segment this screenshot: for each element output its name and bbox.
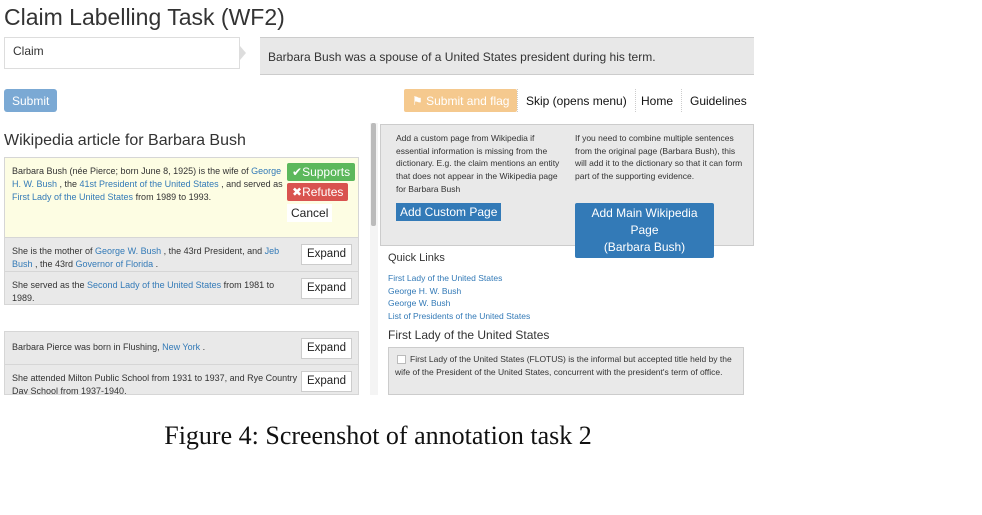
quick-links-title: Quick Links — [388, 252, 445, 264]
main-btn-line1: Add Main Wikipedia Page — [591, 206, 698, 237]
x-icon: ✖ — [292, 185, 303, 199]
sentence-text: Barbara Bush (née Pierce; born June 8, 1… — [12, 166, 283, 202]
submit-and-flag-label: Submit and flag — [426, 94, 510, 108]
sentence-segment: , the 43rd — [32, 259, 76, 269]
page-title: Claim Labelling Task (WF2) — [4, 4, 285, 30]
expand-button[interactable]: Expand — [300, 244, 352, 265]
guidelines-link[interactable]: Guidelines — [681, 89, 755, 112]
evidence-checkbox[interactable] — [397, 355, 406, 365]
sentence-segment: She served as the — [12, 280, 88, 290]
claim-text: Barbara Bush was a spouse of a United St… — [260, 37, 754, 75]
sentence-text: Barbara Pierce was born in Flushing, New… — [12, 342, 205, 352]
skip-button[interactable]: Skip (opens menu) — [517, 89, 636, 112]
sentence-text: She served as the Second Lady of the Uni… — [12, 280, 274, 303]
home-link[interactable]: Home — [633, 89, 681, 112]
expand-button[interactable]: Expand — [300, 338, 352, 359]
sentence-row: She served as the Second Lady of the Uni… — [4, 271, 359, 305]
sentence-segment: . — [200, 342, 206, 352]
evidence-text: First Lady of the United States (FLOTUS)… — [395, 354, 732, 377]
add-main-page-button[interactable]: Add Main Wikipedia Page (Barbara Bush) — [575, 203, 714, 258]
flag-icon: ⚑ — [412, 94, 427, 108]
sentence-segment: Barbara Bush (née Pierce; born June 8, 1… — [12, 166, 252, 176]
sentence-segment: , and served as — [218, 179, 283, 189]
check-icon: ✔ — [292, 165, 303, 179]
main-btn-line2: (Barbara Bush) — [603, 240, 686, 254]
entity-link[interactable]: First Lady of the United States — [12, 192, 133, 202]
sentence-segment: , the 43rd President, and — [161, 246, 265, 256]
entity-link[interactable]: Governor of Florida — [76, 259, 154, 269]
sentence-row: She is the mother of George W. Bush , th… — [4, 237, 359, 272]
sentence-segment: . — [153, 259, 159, 269]
sentence-row: She attended Milton Public School from 1… — [4, 364, 359, 395]
sentence-text: She attended Milton Public School from 1… — [12, 373, 298, 395]
entity-link[interactable]: George W. Bush — [95, 246, 161, 256]
supports-label: Supports — [302, 165, 351, 179]
article-title: Wikipedia article for Barbara Bush — [4, 132, 246, 149]
refutes-label: Refutes — [302, 185, 344, 199]
supports-button[interactable]: ✔Supports — [287, 163, 356, 181]
cancel-button[interactable]: Cancel — [287, 204, 333, 222]
quick-link[interactable]: George H. W. Bush — [388, 286, 461, 296]
quick-link[interactable]: First Lady of the United States — [388, 273, 502, 283]
entity-link[interactable]: New York — [162, 342, 200, 352]
submit-and-flag-button[interactable]: ⚑ Submit and flag — [404, 89, 518, 112]
quick-link[interactable]: List of Presidents of the United States — [388, 311, 530, 321]
submit-button[interactable]: Submit — [4, 89, 58, 112]
add-custom-page-button[interactable]: Add Custom Page — [396, 203, 502, 221]
entity-link[interactable]: 41st President of the United States — [80, 179, 219, 189]
sentence-segment: from 1989 to 1993. — [133, 192, 212, 202]
main-page-info: If you need to combine multiple sentence… — [575, 133, 743, 182]
claim-arrow — [240, 46, 246, 60]
sentence-row: Barbara Pierce was born in Flushing, New… — [4, 331, 359, 365]
sentence-text: She is the mother of George W. Bush , th… — [12, 246, 279, 269]
section-title: First Lady of the United States — [388, 328, 550, 342]
claim-label: Claim — [4, 37, 240, 69]
expand-button[interactable]: Expand — [300, 371, 352, 392]
entity-link[interactable]: Second Lady of the United States — [87, 280, 221, 290]
sentence-segment: Barbara Pierce was born in Flushing, — [12, 342, 163, 352]
sentence-segment: She attended Milton Public School from 1… — [12, 373, 298, 395]
scrollbar-thumb[interactable] — [371, 123, 376, 226]
custom-page-info: Add a custom page from Wikipedia if esse… — [396, 133, 560, 194]
sentence-segment: She is the mother of — [12, 246, 96, 256]
expand-button[interactable]: Expand — [300, 278, 352, 299]
sentence-segment: , the — [57, 179, 80, 189]
refutes-button[interactable]: ✖Refutes — [287, 183, 349, 201]
evidence-row: First Lady of the United States (FLOTUS)… — [388, 347, 744, 395]
figure-caption: Figure 4: Screenshot of annotation task … — [164, 421, 592, 450]
quick-link[interactable]: George W. Bush — [388, 298, 450, 308]
